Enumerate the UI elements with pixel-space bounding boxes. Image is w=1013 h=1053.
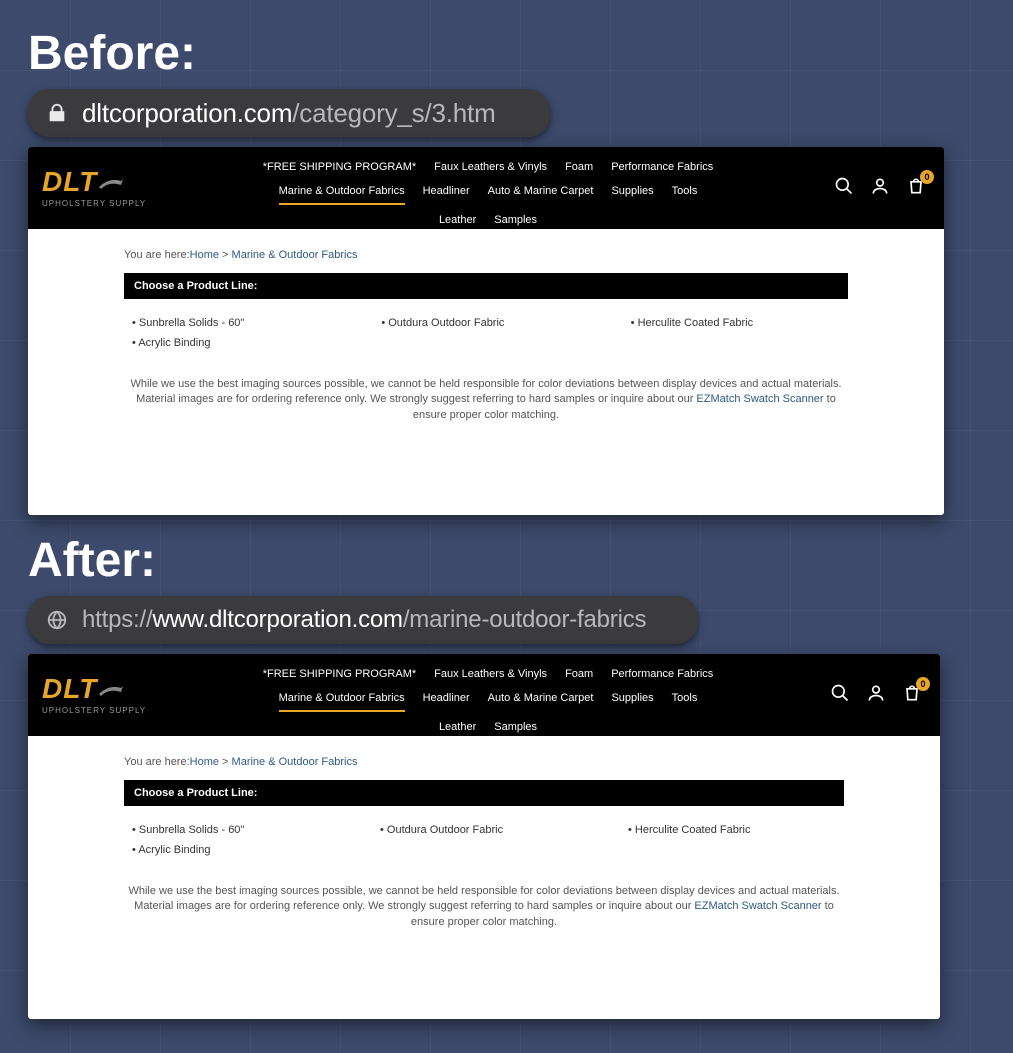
- site-header: DLT UPHOLSTERY SUPPLY *FREE SHIPPING PRO…: [28, 147, 944, 229]
- nav-link[interactable]: Auto & Marine Carpet: [488, 182, 594, 205]
- disclaimer-text: While we use the best imaging sources po…: [124, 353, 848, 423]
- logo-subtitle: UPHOLSTERY SUPPLY: [42, 199, 146, 208]
- breadcrumb: You are here:Home > Marine & Outdoor Fab…: [124, 249, 848, 261]
- url-path: /marine-outdoor-fabrics: [403, 606, 647, 633]
- address-bar-after: https://www.dltcorporation.com/marine-ou…: [28, 596, 698, 644]
- site-logo[interactable]: DLT UPHOLSTERY SUPPLY: [42, 675, 146, 715]
- product-link[interactable]: Acrylic Binding: [132, 840, 340, 860]
- nav-link[interactable]: Performance Fabrics: [611, 665, 713, 683]
- breadcrumb-prefix: You are here:: [124, 756, 190, 768]
- address-bar-before: dltcorporation.com/category_s/3.htm: [28, 89, 550, 137]
- product-link[interactable]: Outdura Outdoor Fabric: [380, 820, 588, 840]
- nav-link[interactable]: Leather: [439, 211, 476, 229]
- disclaimer-text: While we use the best imaging sources po…: [124, 860, 844, 930]
- product-grid: Sunbrella Solids - 60"Acrylic Binding Ou…: [124, 299, 848, 353]
- url-path: /category_s/3.htm: [292, 98, 495, 128]
- nav-link[interactable]: Supplies: [611, 689, 653, 712]
- product-link[interactable]: Acrylic Binding: [132, 333, 341, 353]
- logo-swoosh-icon: [99, 168, 123, 196]
- breadcrumb: You are here:Home > Marine & Outdoor Fab…: [124, 756, 844, 768]
- product-col-3: Herculite Coated Fabric: [628, 820, 836, 860]
- site-logo[interactable]: DLT UPHOLSTERY SUPPLY: [42, 168, 146, 208]
- cart-icon[interactable]: 0: [906, 176, 926, 201]
- nav-link[interactable]: Auto & Marine Carpet: [488, 689, 594, 712]
- user-icon[interactable]: [870, 176, 890, 201]
- nav-link[interactable]: *FREE SHIPPING PROGRAM*: [263, 158, 416, 176]
- logo-swoosh-icon: [99, 675, 123, 703]
- url-host: dltcorporation.com: [82, 98, 292, 128]
- nav-link[interactable]: *FREE SHIPPING PROGRAM*: [263, 665, 416, 683]
- nav-row-3: Leather Samples: [228, 715, 748, 739]
- header-icons: 0: [830, 683, 922, 708]
- breadcrumb-current[interactable]: Marine & Outdoor Fabrics: [232, 249, 358, 261]
- nav-link[interactable]: Faux Leathers & Vinyls: [434, 665, 547, 683]
- logo-text: DLT: [42, 168, 97, 196]
- product-link[interactable]: Sunbrella Solids - 60": [132, 313, 341, 333]
- nav-link[interactable]: Tools: [672, 689, 698, 712]
- url-host: www.dltcorporation.com: [152, 606, 402, 633]
- nav-link[interactable]: Supplies: [611, 182, 653, 205]
- nav-row-1: *FREE SHIPPING PROGRAM* Faux Leathers & V…: [228, 155, 748, 179]
- before-heading: Before:: [0, 0, 1013, 89]
- site-screenshot-before: DLT UPHOLSTERY SUPPLY *FREE SHIPPING PRO…: [28, 147, 944, 515]
- nav-menu: *FREE SHIPPING PROGRAM* Faux Leathers & V…: [228, 662, 748, 739]
- product-col-3: Herculite Coated Fabric: [631, 313, 840, 353]
- breadcrumb-sep: >: [219, 249, 232, 261]
- product-col-1: Sunbrella Solids - 60"Acrylic Binding: [132, 313, 341, 353]
- search-icon[interactable]: [830, 683, 850, 708]
- nav-row-1: *FREE SHIPPING PROGRAM* Faux Leathers & V…: [228, 662, 748, 686]
- lock-icon: [46, 102, 68, 124]
- product-link[interactable]: Herculite Coated Fabric: [628, 820, 836, 840]
- nav-link[interactable]: Foam: [565, 665, 593, 683]
- choose-product-line-header: Choose a Product Line:: [124, 780, 844, 806]
- ezmatch-link[interactable]: EZMatch Swatch Scanner: [694, 900, 821, 912]
- nav-menu: *FREE SHIPPING PROGRAM* Faux Leathers & V…: [228, 155, 748, 232]
- site-body: You are here:Home > Marine & Outdoor Fab…: [28, 736, 940, 944]
- url-text-after: https://www.dltcorporation.com/marine-ou…: [82, 606, 646, 634]
- product-col-2: Outdura Outdoor Fabric: [380, 820, 588, 860]
- breadcrumb-prefix: You are here:: [124, 249, 190, 261]
- nav-link[interactable]: Headliner: [423, 182, 470, 205]
- product-col-2: Outdura Outdoor Fabric: [381, 313, 590, 353]
- choose-product-line-header: Choose a Product Line:: [124, 273, 848, 299]
- after-heading: After:: [0, 515, 1013, 596]
- cart-icon[interactable]: 0: [902, 683, 922, 708]
- product-link[interactable]: Herculite Coated Fabric: [631, 313, 840, 333]
- nav-link[interactable]: Faux Leathers & Vinyls: [434, 158, 547, 176]
- breadcrumb-home-link[interactable]: Home: [190, 756, 219, 768]
- ezmatch-link[interactable]: EZMatch Swatch Scanner: [696, 393, 823, 405]
- nav-row-2: Marine & Outdoor Fabrics Headliner Auto & …: [228, 686, 748, 715]
- site-header: DLT UPHOLSTERY SUPPLY *FREE SHIPPING PRO…: [28, 654, 940, 736]
- cart-count-badge: 0: [916, 677, 930, 691]
- site-body: You are here:Home > Marine & Outdoor Fab…: [28, 229, 944, 437]
- nav-row-3: Leather Samples: [228, 208, 748, 232]
- cart-count-badge: 0: [920, 170, 934, 184]
- breadcrumb-current[interactable]: Marine & Outdoor Fabrics: [232, 756, 358, 768]
- logo-text: DLT: [42, 675, 97, 703]
- product-col-1: Sunbrella Solids - 60"Acrylic Binding: [132, 820, 340, 860]
- nav-link[interactable]: Foam: [565, 158, 593, 176]
- breadcrumb-home-link[interactable]: Home: [190, 249, 219, 261]
- nav-link[interactable]: Marine & Outdoor Fabrics: [279, 182, 405, 205]
- nav-link[interactable]: Headliner: [423, 689, 470, 712]
- site-screenshot-after: DLT UPHOLSTERY SUPPLY *FREE SHIPPING PRO…: [28, 654, 940, 1019]
- globe-icon: [46, 609, 68, 631]
- url-text-before: dltcorporation.com/category_s/3.htm: [82, 98, 496, 129]
- nav-link[interactable]: Samples: [494, 211, 537, 229]
- product-link[interactable]: Sunbrella Solids - 60": [132, 820, 340, 840]
- breadcrumb-sep: >: [219, 756, 232, 768]
- search-icon[interactable]: [834, 176, 854, 201]
- product-grid: Sunbrella Solids - 60"Acrylic Binding Ou…: [124, 806, 844, 860]
- nav-link[interactable]: Tools: [672, 182, 698, 205]
- user-icon[interactable]: [866, 683, 886, 708]
- nav-link[interactable]: Samples: [494, 718, 537, 736]
- logo-subtitle: UPHOLSTERY SUPPLY: [42, 706, 146, 715]
- product-link[interactable]: Outdura Outdoor Fabric: [381, 313, 590, 333]
- nav-link[interactable]: Leather: [439, 718, 476, 736]
- url-proto: https://: [82, 606, 152, 633]
- nav-row-2: Marine & Outdoor Fabrics Headliner Auto & …: [228, 179, 748, 208]
- header-icons: 0: [834, 176, 926, 201]
- nav-link[interactable]: Marine & Outdoor Fabrics: [279, 689, 405, 712]
- nav-link[interactable]: Performance Fabrics: [611, 158, 713, 176]
